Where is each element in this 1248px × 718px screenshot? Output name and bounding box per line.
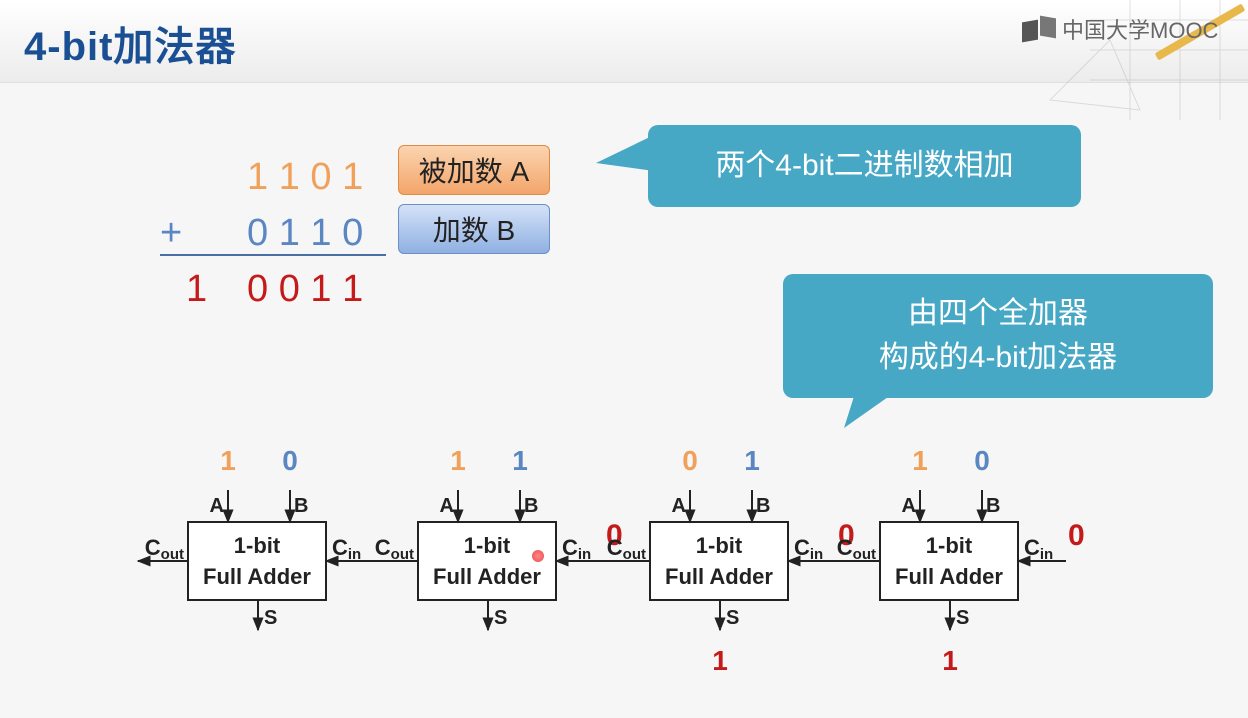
input-b-value: 1 xyxy=(744,445,760,476)
pin-label-a: A xyxy=(440,495,454,517)
output-s-value: 1 xyxy=(942,645,958,676)
adder-label-line2: Full Adder xyxy=(203,564,311,589)
pin-label-a: A xyxy=(672,495,686,517)
pin-label-cout: Cout xyxy=(837,535,876,563)
output-s-value: 1 xyxy=(712,645,728,676)
pin-label-cin: Cin xyxy=(562,535,591,563)
pin-label-b: B xyxy=(756,495,770,517)
carry-in-value: 0 xyxy=(1068,519,1085,552)
pin-label-s: S xyxy=(956,607,969,629)
ripple-carry-circuit: 1-bit Full Adder A B 1 0 S Cout Cin 1-bit Full Add… xyxy=(136,445,1085,676)
adder-label-line2: Full Adder xyxy=(433,564,541,589)
pin-label-cin: Cin xyxy=(794,535,823,563)
pointer-highlight xyxy=(532,550,544,562)
adder-label-line1: 1-bit xyxy=(696,533,743,558)
pin-label-cin: Cin xyxy=(1024,535,1053,563)
pin-label-s: S xyxy=(264,607,277,629)
pin-label-a: A xyxy=(210,495,224,517)
input-b-value: 0 xyxy=(282,445,298,476)
input-a-value: 1 xyxy=(912,445,928,476)
adder-label-line2: Full Adder xyxy=(895,564,1003,589)
input-b-value: 1 xyxy=(512,445,528,476)
pin-label-cout: Cout xyxy=(607,535,646,563)
input-b-value: 0 xyxy=(974,445,990,476)
adder-label-line1: 1-bit xyxy=(926,533,973,558)
pin-label-a: A xyxy=(902,495,916,517)
pin-label-cin: Cin xyxy=(332,535,361,563)
input-a-value: 1 xyxy=(450,445,466,476)
adder-label-line1: 1-bit xyxy=(234,533,281,558)
pin-label-s: S xyxy=(726,607,739,629)
pin-label-cout: Cout xyxy=(375,535,414,563)
pin-label-cout: Cout xyxy=(145,535,184,563)
pin-label-s: S xyxy=(494,607,507,629)
adder-label-line2: Full Adder xyxy=(665,564,773,589)
pin-label-b: B xyxy=(294,495,308,517)
input-a-value: 1 xyxy=(220,445,236,476)
input-a-value: 0 xyxy=(682,445,698,476)
adder-label-line1: 1-bit xyxy=(464,533,511,558)
pin-label-b: B xyxy=(986,495,1000,517)
pin-label-b: B xyxy=(524,495,538,517)
